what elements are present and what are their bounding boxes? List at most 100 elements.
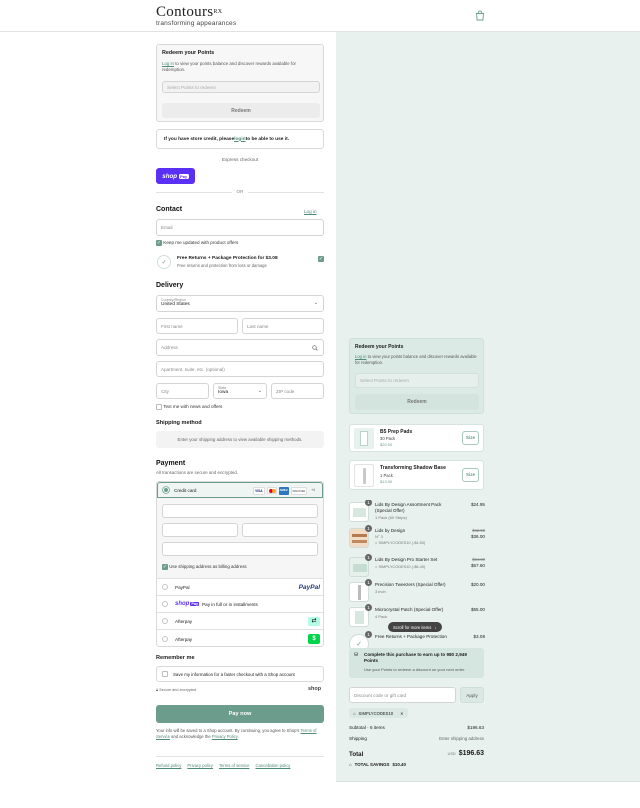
- summary-redeem-title: Redeem your Points: [355, 344, 404, 350]
- discount-code: ⌂ SIMPLYCODES10 (-$6.40): [375, 564, 426, 569]
- zip-field[interactable]: ZIP code: [271, 383, 324, 399]
- item-variant: 4 Pack: [375, 614, 388, 619]
- store-credit-login-link[interactable]: login: [234, 137, 245, 142]
- radio-icon[interactable]: [162, 584, 168, 590]
- card-name-field[interactable]: [162, 542, 318, 556]
- footer-links: Refund policy Privacy policy Terms of se…: [156, 763, 290, 768]
- privacy-policy-link[interactable]: Privacy policy: [187, 763, 213, 768]
- privacy-link[interactable]: Privacy Policy: [212, 734, 238, 739]
- item-variant: N° 3: [375, 534, 383, 539]
- remember-me-title: Remember me: [156, 655, 195, 661]
- pay-now-button[interactable]: Pay now: [156, 705, 324, 723]
- item-old-price: $42.50: [472, 528, 485, 533]
- protection-checkbox[interactable]: ✓: [318, 256, 324, 262]
- upsell-size-button[interactable]: Size: [462, 468, 479, 482]
- points-subtitle: Use your Points to redeem a discount on …: [364, 667, 466, 672]
- shop-pay-express-button[interactable]: shop Pay: [156, 168, 195, 184]
- billing-same-row[interactable]: ✓ Use shipping address as billing addres…: [162, 564, 247, 570]
- address-field[interactable]: Address: [156, 339, 324, 356]
- summary-redeem-button[interactable]: Redeem: [355, 394, 479, 410]
- first-name-field[interactable]: First name: [156, 318, 238, 334]
- line-items-list: 1 Lids By Design Assortment Pack (Specia…: [349, 500, 485, 672]
- item-price: $20.00: [470, 582, 485, 587]
- afterpay-logo-icon: ⇄: [308, 617, 320, 626]
- quantity-badge: 1: [365, 631, 372, 638]
- line-item: 1 Lids By Design Pro Starter Set ⌂ SIMPL…: [349, 554, 485, 581]
- contact-login-link[interactable]: Log in: [304, 209, 317, 214]
- cart-bag-icon[interactable]: [475, 10, 485, 21]
- item-price: $36.00: [470, 534, 485, 539]
- redeem-login-link[interactable]: Log in: [162, 61, 174, 66]
- radio-icon[interactable]: [162, 636, 168, 642]
- order-summary: Redeem your Points Log in to view your p…: [336, 32, 640, 782]
- footer-divider: [156, 756, 324, 757]
- item-price: $3.08: [473, 634, 486, 639]
- country-select[interactable]: Country/Region United States ⌄: [156, 295, 324, 312]
- scroll-more-button[interactable]: Scroll for more items ↓: [388, 622, 442, 632]
- checkbox-unchecked-icon[interactable]: [162, 671, 168, 677]
- lock-icon: 🔒︎: [156, 688, 159, 692]
- save-info-row[interactable]: Save my information for a faster checkou…: [156, 666, 324, 682]
- cancellation-policy-link[interactable]: Cancellation policy: [255, 763, 290, 768]
- package-protection-row[interactable]: ✓ Free Returns + Package Protection for …: [156, 252, 324, 274]
- payment-secure-note: All transactions are secure and encrypte…: [156, 470, 239, 475]
- redeem-select[interactable]: Select Points to redeem: [162, 81, 320, 93]
- apply-button[interactable]: Apply: [460, 687, 484, 703]
- radio-icon[interactable]: [162, 601, 168, 607]
- payment-methods: Credit card VISA AMEX DISCOVER +4 ✓ Use …: [156, 481, 324, 647]
- shoppay-option[interactable]: shop Pay Pay in full or in installments: [157, 595, 323, 612]
- checkbox-unchecked-icon[interactable]: [156, 404, 162, 410]
- checkbox-checked-icon[interactable]: ✓: [156, 240, 162, 246]
- radio-selected-icon[interactable]: [163, 487, 169, 493]
- summary-redeem-select[interactable]: Select Points to redeem: [355, 373, 479, 388]
- redeem-points-box: Redeem your Points Log in to view your p…: [156, 44, 324, 122]
- discount-code: ⌂ SIMPLYCODES10 (-$4.50): [375, 540, 426, 545]
- text-offers-row[interactable]: Text me with news and offers: [156, 404, 222, 410]
- checkbox-checked-icon[interactable]: ✓: [162, 564, 168, 570]
- payment-title: Payment: [156, 460, 186, 467]
- redeem-button[interactable]: Redeem: [162, 103, 320, 118]
- amex-icon: AMEX: [278, 487, 289, 496]
- refund-policy-link[interactable]: Refund policy: [156, 763, 181, 768]
- state-select[interactable]: State Iowa ⌄: [213, 383, 267, 399]
- chevron-down-icon: ⌄: [313, 300, 318, 306]
- tag-icon: ⌂: [349, 762, 352, 767]
- discover-icon: DISCOVER: [290, 487, 308, 496]
- upsell-variant: 1 Pack: [380, 473, 393, 478]
- brand-tagline: transforming appearances: [156, 20, 237, 27]
- subtotal-value: $196.63: [467, 725, 484, 730]
- quantity-badge: 1: [365, 604, 372, 611]
- discount-code-field[interactable]: Discount code or gift card: [349, 687, 456, 703]
- quantity-badge: 1: [365, 579, 372, 586]
- cash-app-icon: $: [308, 634, 320, 644]
- product-offers-row[interactable]: ✓ Keep me updated with product offers: [156, 240, 238, 246]
- radio-icon[interactable]: [162, 618, 168, 624]
- card-expiry-field[interactable]: [162, 523, 238, 537]
- terms-of-service-link[interactable]: Terms of service: [219, 763, 249, 768]
- upsell-variant: 30 Pack: [380, 436, 396, 441]
- card-number-field[interactable]: [162, 504, 318, 518]
- credit-card-option[interactable]: Credit card VISA AMEX DISCOVER +4: [157, 482, 323, 498]
- summary-redeem-login-link[interactable]: Log in: [355, 354, 366, 359]
- brand-name: Contours: [156, 4, 214, 20]
- tag-icon: ⌂: [353, 710, 356, 716]
- summary-redeem-box: Redeem your Points Log in to view your p…: [349, 338, 484, 414]
- brand-logo[interactable]: ContoursRX transforming appearances: [156, 4, 237, 28]
- delivery-title: Delivery: [156, 282, 184, 289]
- shipping-method-note: Enter your shipping address to view avai…: [156, 431, 324, 448]
- remove-code-icon[interactable]: ✕: [400, 711, 404, 716]
- upsell-price: $20.00: [380, 442, 393, 447]
- city-field[interactable]: City: [156, 383, 209, 399]
- card-cvv-field[interactable]: [242, 523, 318, 537]
- item-variant: 1 Pack (60 Strips): [375, 515, 407, 520]
- total-label: Total: [349, 751, 364, 758]
- upsell-price: $13.00: [380, 479, 393, 484]
- last-name-field[interactable]: Last name: [242, 318, 324, 334]
- email-field[interactable]: Email: [156, 219, 324, 236]
- afterpay-option-2[interactable]: Afterpay $: [157, 629, 323, 646]
- upsell-size-button[interactable]: Size: [462, 431, 479, 445]
- apartment-field[interactable]: Apartment, suite, etc. (optional): [156, 361, 324, 377]
- total-value: $196.63: [458, 750, 484, 757]
- paypal-option[interactable]: PayPal PayPal: [157, 578, 323, 595]
- afterpay-option-1[interactable]: Afterpay ⇄: [157, 612, 323, 629]
